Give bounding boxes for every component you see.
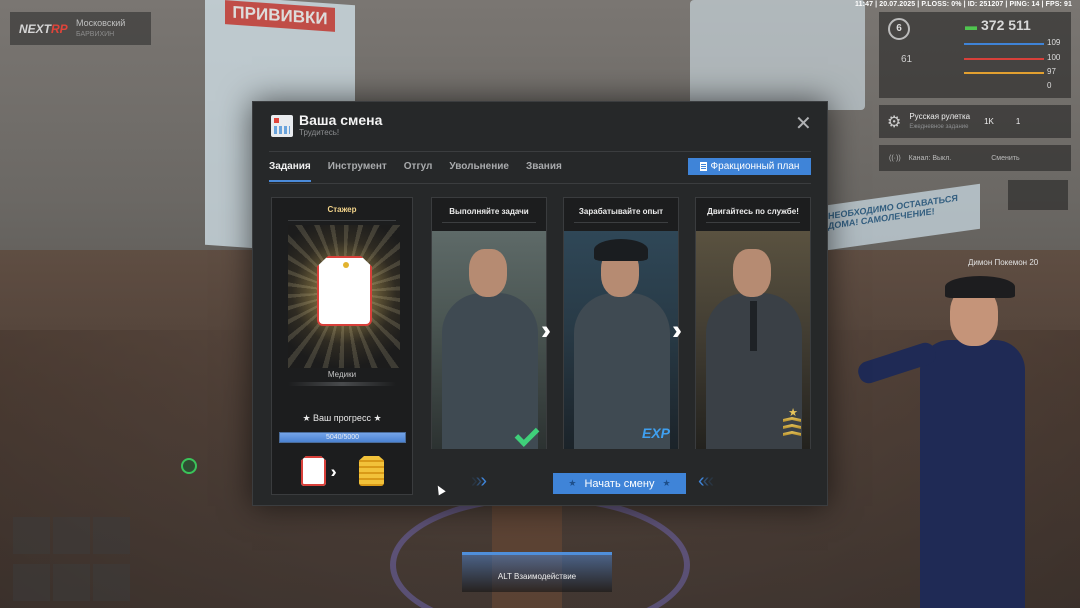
inventory-slot[interactable] xyxy=(93,564,130,601)
tab-day-off[interactable]: Отгул xyxy=(404,161,433,182)
inventory-slot[interactable] xyxy=(13,564,50,601)
daily-task-widget[interactable]: ⚙ Русская рулетка Ежедневное задание 1K … xyxy=(879,105,1071,138)
server-info: Московский БАРВИХИН xyxy=(76,18,125,40)
modal-title: Ваша смена xyxy=(299,112,383,128)
decorative-arrows-right-icon: ››› xyxy=(471,470,487,492)
close-icon[interactable]: ✕ xyxy=(795,114,812,134)
department-label: Медики xyxy=(327,370,357,379)
step-divider xyxy=(442,222,536,223)
npc-character xyxy=(855,270,1025,608)
roulette-title: Русская рулетка xyxy=(909,111,971,121)
channel-label: Канал: Выкл. xyxy=(908,154,952,162)
step-illustration xyxy=(432,231,546,449)
reward-count-2: 1 xyxy=(1015,117,1021,126)
decorative-arrows-left-icon: ‹‹‹ xyxy=(698,470,714,492)
modal-header: Ваша смена Трудитесь! ✕ xyxy=(253,102,827,151)
rank-art xyxy=(288,225,400,368)
poster-title: ПРИВИВКИ xyxy=(225,0,335,32)
tab-instrument[interactable]: Инструмент xyxy=(328,161,387,182)
step-card-promotion: Двигайтесь по службе! ★ xyxy=(695,197,811,449)
inventory-slot[interactable] xyxy=(53,517,90,554)
step-card-experience: Зарабатывайте опыт EXP xyxy=(563,197,679,449)
tab-divider xyxy=(269,183,811,184)
start-shift-button[interactable]: ★ Начать смену ★ xyxy=(553,473,686,494)
hospital-icon xyxy=(271,115,293,137)
gear-icon: ⚙ xyxy=(887,113,902,131)
tab-bar: Задания Инструмент Отгул Увольнение Зван… xyxy=(269,161,562,182)
rank-name: Стажер xyxy=(327,205,357,214)
inventory-slot[interactable] xyxy=(53,564,90,601)
rank-chevron-icon xyxy=(783,417,801,443)
modal-subtitle: Трудитесь! xyxy=(299,128,340,137)
inventory-slot[interactable] xyxy=(13,517,50,554)
rank-separator xyxy=(288,382,396,386)
stat-armor: 100 xyxy=(1047,53,1061,62)
status-bar: 11:47 | 20.07.2025 | P.LOSS: 0% | ID: 25… xyxy=(855,1,1072,8)
server-logo-box: NEXTRP Московский БАРВИХИН xyxy=(10,12,151,45)
current-rank-icon xyxy=(301,456,326,486)
step-divider xyxy=(574,222,668,223)
progress-text: 5040/5000 xyxy=(325,434,360,441)
stat-stamina: 97 xyxy=(1047,67,1056,76)
header-divider xyxy=(269,151,811,152)
step-divider xyxy=(706,222,800,223)
health-bar xyxy=(964,43,1044,45)
voice-channel-widget[interactable]: ((·)) Канал: Выкл. Сменить xyxy=(879,145,1071,171)
step-card-tasks: Выполняйте задачи xyxy=(431,197,547,449)
map-marker-icon xyxy=(181,458,197,474)
hunger-value: 61 xyxy=(901,54,913,65)
tab-ranks[interactable]: Звания xyxy=(526,161,562,182)
interaction-hint: ALT Взаимодействие xyxy=(462,552,612,592)
step-illustration: EXP xyxy=(564,231,678,449)
next-rank-icon xyxy=(359,456,384,486)
stat-health: 109 xyxy=(1047,38,1061,47)
stat-wanted: 0 xyxy=(1047,81,1052,90)
roulette-sub: Ежедневное задание xyxy=(909,123,969,130)
reward-count-1: 1K xyxy=(984,117,994,126)
radio-icon: ((·)) xyxy=(889,154,901,162)
step-title: Зарабатывайте опыт xyxy=(578,207,664,216)
rank-badge-icon xyxy=(317,256,372,326)
progress-title: ★ Ваш прогресс ★ xyxy=(302,413,382,423)
armor-bar xyxy=(964,58,1044,60)
inventory-slot[interactable] xyxy=(93,517,130,554)
tab-tasks[interactable]: Задания xyxy=(269,161,311,182)
symptoms-poster xyxy=(690,0,865,110)
player-stats-panel: 6 ▬ 372 511 61 109 100 97 0 xyxy=(879,12,1071,98)
rank-divider xyxy=(288,220,396,221)
faction-plan-button[interactable]: Фракционный план xyxy=(688,158,811,175)
star-icon: ★ xyxy=(662,478,671,488)
stamina-bar xyxy=(964,72,1044,74)
rank-card: Стажер Медики ★ Ваш прогресс ★ 5040/5000… xyxy=(271,197,413,495)
level-indicator: 6 xyxy=(888,18,910,40)
star-icon: ★ xyxy=(302,413,311,423)
progress-bar: 5040/5000 xyxy=(279,432,406,443)
exp-icon: EXP xyxy=(641,425,670,441)
document-icon xyxy=(699,162,707,171)
shift-modal: Ваша смена Трудитесь! ✕ Задания Инструме… xyxy=(252,101,828,506)
tab-resignation[interactable]: Увольнение xyxy=(449,161,509,182)
calendar-widget xyxy=(1008,180,1068,210)
step-illustration: ★ xyxy=(696,231,810,449)
player-nametag: Димон Покемон 20 xyxy=(968,258,1039,267)
cash-icon: ▬ xyxy=(965,19,977,33)
game-logo: NEXTRP xyxy=(19,21,68,36)
money-display: ▬ 372 511 xyxy=(965,17,1031,33)
server-sub: БАРВИХИН xyxy=(76,30,115,38)
star-icon: ★ xyxy=(568,478,577,488)
channel-hint: Сменить xyxy=(991,154,1020,162)
star-icon: ★ xyxy=(373,413,382,423)
server-name: Московский xyxy=(76,17,126,28)
step-title: Двигайтесь по службе! xyxy=(707,207,799,216)
step-title: Выполняйте задачи xyxy=(449,207,529,216)
inventory-grid xyxy=(13,517,133,608)
